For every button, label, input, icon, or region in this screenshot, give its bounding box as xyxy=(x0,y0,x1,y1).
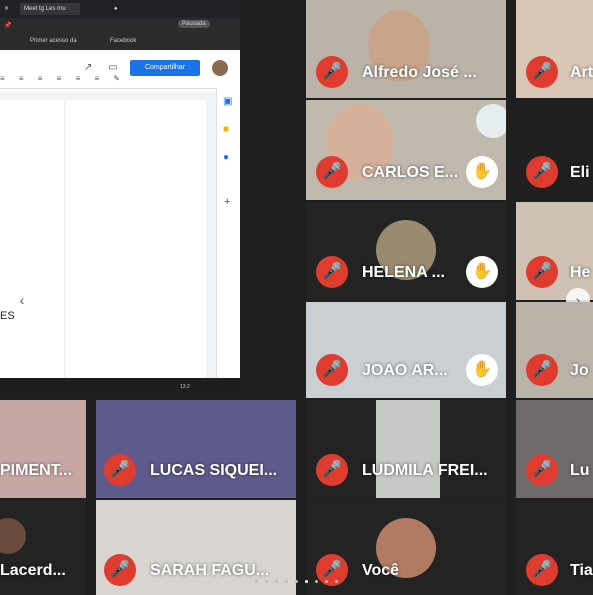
raised-hand-icon: ✋ xyxy=(466,156,498,188)
participant-name: Alfredo José ... xyxy=(362,64,477,81)
calendar-icon[interactable]: ▣ xyxy=(223,96,232,107)
participant-tile[interactable]: 🎤 Jo xyxy=(516,302,593,398)
participant-name: Jo xyxy=(570,362,589,379)
participant-name: SARAH FAGU... xyxy=(150,562,270,579)
clock: 13:2 xyxy=(180,384,190,390)
pin-icon: 📌 xyxy=(4,23,12,29)
browser-tab-bar: ✕ Meet tg Les rnu ● xyxy=(0,0,240,18)
participant-tile[interactable]: 🎤 CARLOS E... ✋ xyxy=(306,100,506,200)
participant-name: JOAO AR... xyxy=(362,362,448,379)
participant-name: LUCAS SIQUEI... xyxy=(150,462,278,479)
side-panel: ▣ ■ ● + xyxy=(216,88,240,378)
keep-icon[interactable]: ■ xyxy=(223,124,229,135)
participant-name: Art xyxy=(570,64,593,81)
doc-text: ES xyxy=(0,310,15,322)
participant-tile[interactable]: 🎤 LUCAS SIQUEI... xyxy=(96,400,296,498)
docs-toolbar: ≡ ≡ ≡ ≡ ≡ ≡ ✎ ↗ ▭ xyxy=(0,50,240,89)
raised-hand-icon: ✋ xyxy=(466,256,498,288)
mic-off-icon: 🎤 xyxy=(526,156,558,188)
participant-name: LUDMILA FREI... xyxy=(362,462,488,479)
mic-off-icon: 🎤 xyxy=(316,454,348,486)
more-tab-icon[interactable]: ● xyxy=(110,3,122,15)
mic-off-icon: 🎤 xyxy=(316,156,348,188)
participant-name: CARLOS E... xyxy=(362,164,459,181)
participant-name: Você xyxy=(362,562,400,579)
mic-off-icon: 🎤 xyxy=(316,354,348,386)
mic-off-icon: 🎤 xyxy=(526,354,558,386)
participant-tile[interactable]: 🎤 Lu xyxy=(516,400,593,498)
bookmark-item[interactable]: Primer acesso da xyxy=(30,38,77,44)
mic-off-icon: 🎤 xyxy=(526,256,558,288)
raised-hand-icon: ✋ xyxy=(466,354,498,386)
tasks-icon[interactable]: ● xyxy=(223,152,229,163)
mic-off-icon: 🎤 xyxy=(526,554,558,586)
comment-icon[interactable]: ▭ xyxy=(108,62,117,73)
close-icon[interactable]: ✕ xyxy=(0,3,13,15)
activity-icon[interactable]: ↗ xyxy=(84,62,92,73)
shared-screen: ✕ Meet tg Les rnu ● 📌 Pausada Primer ace… xyxy=(0,0,240,398)
participant-name: HELENA ... xyxy=(362,264,445,281)
bookmark-facebook[interactable]: Facebook xyxy=(110,38,136,44)
participant-tile[interactable]: 🎤 Tia xyxy=(516,500,593,595)
fan-image xyxy=(476,104,506,138)
participant-name: Lacerd... xyxy=(0,562,66,579)
participant-name: He xyxy=(570,264,591,281)
mic-off-icon: 🎤 xyxy=(316,56,348,88)
tab-meet[interactable]: Meet tg Les rnu xyxy=(20,3,80,15)
bookmarks-bar: Primer acesso da Facebook xyxy=(0,34,240,50)
participant-tile[interactable]: 🎤 Art xyxy=(516,0,593,98)
mic-off-icon: 🎤 xyxy=(104,554,136,586)
carousel-dots xyxy=(255,580,355,584)
share-button[interactable]: Compartilhar xyxy=(130,60,200,76)
participant-tile[interactable]: 🎤 LUDMILA FREI... xyxy=(306,400,506,498)
participant-name: Lu xyxy=(570,462,590,479)
mic-off-icon: 🎤 xyxy=(526,56,558,88)
participant-avatar xyxy=(0,518,26,554)
participant-tile[interactable]: PIMENT... xyxy=(0,400,86,498)
format-toolbar-icons[interactable]: ≡ ≡ ≡ ≡ ≡ ≡ ✎ xyxy=(0,74,216,88)
profile-button[interactable]: Pausada xyxy=(178,20,210,28)
participant-tile[interactable]: 🎤 He xyxy=(516,202,593,300)
participant-name: PIMENT... xyxy=(0,462,73,479)
mic-off-icon: 🎤 xyxy=(316,256,348,288)
document-page-2[interactable] xyxy=(66,100,206,378)
participant-tile[interactable]: 🎤 HELENA ... ✋ xyxy=(306,202,506,300)
taskbar: 13:2 xyxy=(0,378,240,398)
mic-off-icon: 🎤 xyxy=(526,454,558,486)
carousel-prev-button[interactable]: ‹ xyxy=(10,288,34,312)
participant-tile[interactable]: 🎤 Alfredo José ... xyxy=(306,0,506,98)
participant-name: Eli xyxy=(570,164,590,181)
document-page[interactable]: ES xyxy=(0,100,64,378)
mic-off-icon: 🎤 xyxy=(104,454,136,486)
participant-tile[interactable]: 🎤 Eli xyxy=(516,100,593,200)
address-bar[interactable]: 📌 Pausada xyxy=(0,18,240,34)
participant-tile[interactable]: 🎤 JOAO AR... ✋ xyxy=(306,302,506,398)
avatar[interactable] xyxy=(212,60,228,76)
add-icon[interactable]: + xyxy=(224,196,230,208)
participant-tile[interactable]: Lacerd... xyxy=(0,500,86,595)
participant-video xyxy=(376,400,440,498)
participant-name: Tia xyxy=(570,562,593,579)
